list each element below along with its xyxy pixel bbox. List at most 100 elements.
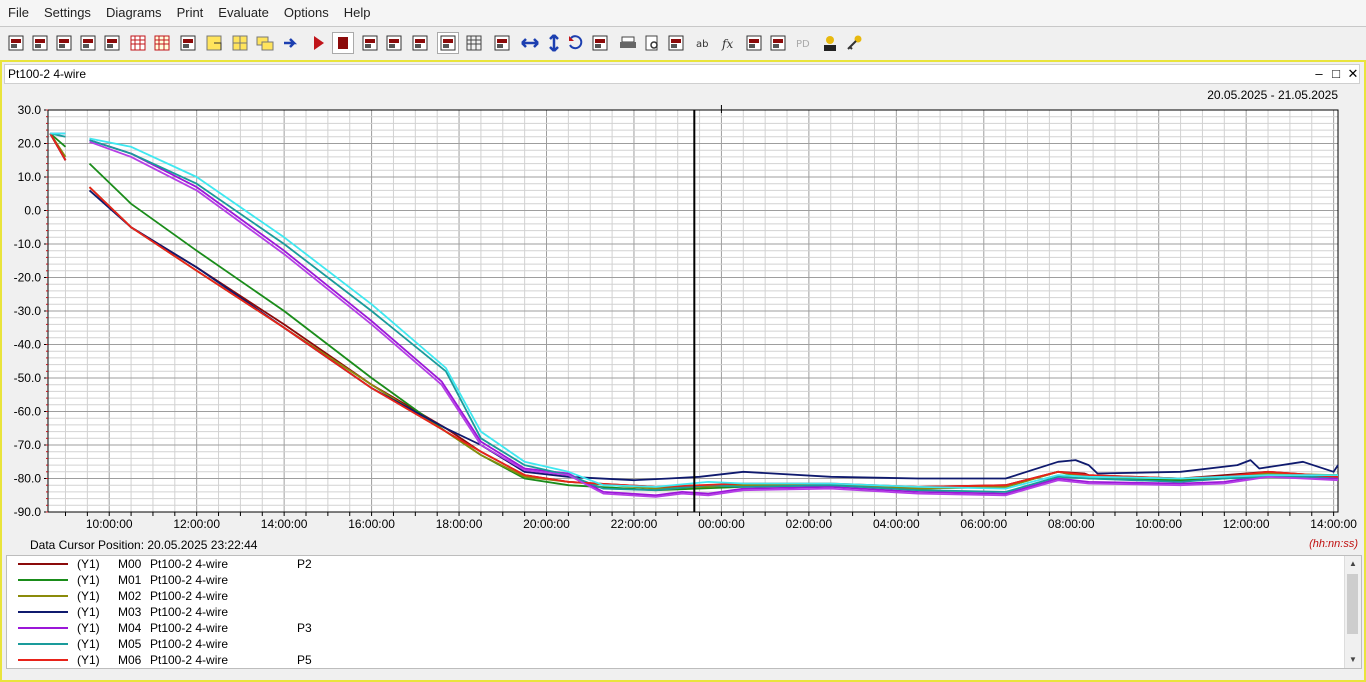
menu-help[interactable]: Help: [336, 0, 378, 26]
legend-axis: (Y1): [77, 637, 100, 651]
x-tick-label: 00:00:00: [698, 517, 745, 531]
legend-item-m01[interactable]: (Y1) M01 Pt100-2 4-wire: [7, 572, 1345, 588]
legend-axis: (Y1): [77, 605, 100, 619]
save-icon[interactable]: [29, 32, 51, 54]
legend-item-m05[interactable]: (Y1) M05 Pt100-2 4-wire: [7, 636, 1345, 652]
text-label-icon[interactable]: ab: [693, 32, 715, 54]
menu-settings[interactable]: Settings: [36, 0, 98, 26]
legend-item-m00[interactable]: (Y1) M00 Pt100-2 4-wire P2: [7, 556, 1345, 572]
vertical-zoom-icon[interactable]: [543, 32, 565, 54]
redo-zoom-icon[interactable]: [589, 32, 611, 54]
legend-channel: M05: [118, 637, 142, 651]
y-tick-label: -40.0: [14, 338, 42, 352]
legend-axis: (Y1): [77, 621, 100, 635]
play-icon[interactable]: [307, 32, 329, 54]
legend-name: Pt100-2 4-wire: [150, 573, 229, 587]
print-setup-icon[interactable]: [77, 32, 99, 54]
x-tick-label: 12:00:00: [1223, 517, 1270, 531]
chart-bar-icon[interactable]: [101, 32, 123, 54]
undo-zoom-icon[interactable]: [565, 32, 587, 54]
menu-diagrams[interactable]: Diagrams: [98, 0, 169, 26]
x-tick-label: 04:00:00: [873, 517, 920, 531]
menu-evaluate[interactable]: Evaluate: [210, 0, 276, 26]
x-tick-label: 12:00:00: [173, 517, 220, 531]
arrow-right-icon[interactable]: [280, 32, 302, 54]
new-window-icon[interactable]: [53, 32, 75, 54]
zoom-area-icon[interactable]: [359, 32, 381, 54]
legend-item-m06[interactable]: (Y1) M06 Pt100-2 4-wire P5: [7, 652, 1345, 668]
status-bar: [2, 669, 1364, 680]
table-grid-icon[interactable]: [151, 32, 173, 54]
legend-item-m02[interactable]: (Y1) M02 Pt100-2 4-wire: [7, 588, 1345, 604]
horizontal-zoom-icon[interactable]: [519, 32, 541, 54]
legend-scrollbar[interactable]: ▲ ▼: [1344, 556, 1361, 668]
menu-file[interactable]: File: [0, 0, 36, 26]
legend-axis: (Y1): [77, 557, 100, 571]
plot-area[interactable]: 30.0 20.0 10.0 0.0 -10.0 -20.0 -30.0 -40.0 -50.0…: [4, 86, 1360, 554]
fit-icon[interactable]: [437, 32, 459, 54]
y-tick-label: -90.0: [14, 505, 42, 519]
grid-yellow-icon[interactable]: [229, 32, 251, 54]
marker-icon[interactable]: [409, 32, 431, 54]
x-tick-label: 16:00:00: [348, 517, 395, 531]
key-icon[interactable]: [843, 32, 865, 54]
scroll-thumb[interactable]: [1347, 574, 1358, 634]
formula-icon[interactable]: fx: [719, 32, 741, 54]
y-tick-label: -60.0: [14, 405, 42, 419]
y-tick-label: -50.0: [14, 371, 42, 385]
menu-options[interactable]: Options: [276, 0, 336, 26]
maximize-button[interactable]: □: [1328, 66, 1344, 82]
select-yellow-icon[interactable]: [203, 32, 225, 54]
grid-toggle-icon[interactable]: [463, 32, 485, 54]
preview-icon[interactable]: [641, 32, 663, 54]
x-tick-label: 22:00:00: [611, 517, 658, 531]
legend-point: P2: [297, 557, 312, 571]
table-red-icon[interactable]: [127, 32, 149, 54]
stack-yellow-icon[interactable]: [254, 32, 276, 54]
close-button[interactable]: ✕: [1345, 66, 1361, 82]
x-tick-label: 10:00:00: [86, 517, 133, 531]
data-cursor-position: Data Cursor Position: 20.05.2025 23:22:4…: [30, 538, 258, 552]
legend-name: Pt100-2 4-wire: [150, 557, 229, 571]
legend-item-m03[interactable]: (Y1) M03 Pt100-2 4-wire: [7, 604, 1345, 620]
copy-icon[interactable]: [177, 32, 199, 54]
x-tick-label: 10:00:00: [1135, 517, 1182, 531]
legend-swatch: [18, 579, 68, 581]
legend-point: P3: [297, 621, 312, 635]
scroll-down-icon[interactable]: ▼: [1345, 652, 1361, 668]
user-icon[interactable]: [819, 32, 841, 54]
legend-channel: M00: [118, 557, 142, 571]
legend-name: Pt100-2 4-wire: [150, 589, 229, 603]
legend-channel: M04: [118, 621, 142, 635]
legend-channel: M02: [118, 589, 142, 603]
legend-item-m04[interactable]: (Y1) M04 Pt100-2 4-wire P3: [7, 620, 1345, 636]
y-tick-label: 20.0: [18, 137, 42, 151]
pd-icon[interactable]: PD: [793, 32, 815, 54]
x-tick-label: 06:00:00: [960, 517, 1007, 531]
document-title: Pt100-2 4-wire: [8, 67, 87, 81]
x-tick-label: 08:00:00: [1048, 517, 1095, 531]
y-tick-label: 30.0: [18, 103, 42, 117]
printer-icon[interactable]: [617, 32, 639, 54]
temperature-chart[interactable]: 30.0 20.0 10.0 0.0 -10.0 -20.0 -30.0 -40.0 -50.0…: [4, 86, 1360, 554]
zoom-cross-icon[interactable]: [383, 32, 405, 54]
svg-text:PD: PD: [796, 39, 810, 50]
legend-channel: M01: [118, 573, 142, 587]
legend-swatch: [18, 643, 68, 645]
scroll-up-icon[interactable]: ▲: [1345, 556, 1361, 572]
line-tool-icon[interactable]: [767, 32, 789, 54]
y-tick-label: 10.0: [18, 170, 42, 184]
legend-panel[interactable]: (Y1) M00 Pt100-2 4-wire P2 (Y1) M01 Pt100-2 4-…: [6, 555, 1362, 669]
y-tick-label: -10.0: [14, 237, 42, 251]
y-tick-label: -80.0: [14, 472, 42, 486]
menu-print[interactable]: Print: [169, 0, 211, 26]
bracket-icon[interactable]: [743, 32, 765, 54]
autoscale-icon[interactable]: [491, 32, 513, 54]
open-icon[interactable]: [5, 32, 27, 54]
stop-icon[interactable]: [332, 32, 354, 54]
export-icon[interactable]: [665, 32, 687, 54]
x-tick-label: 14:00:00: [1310, 517, 1357, 531]
x-tick-label: 20:00:00: [523, 517, 570, 531]
x-tick-label: 18:00:00: [436, 517, 483, 531]
minimize-button[interactable]: –: [1311, 66, 1327, 82]
